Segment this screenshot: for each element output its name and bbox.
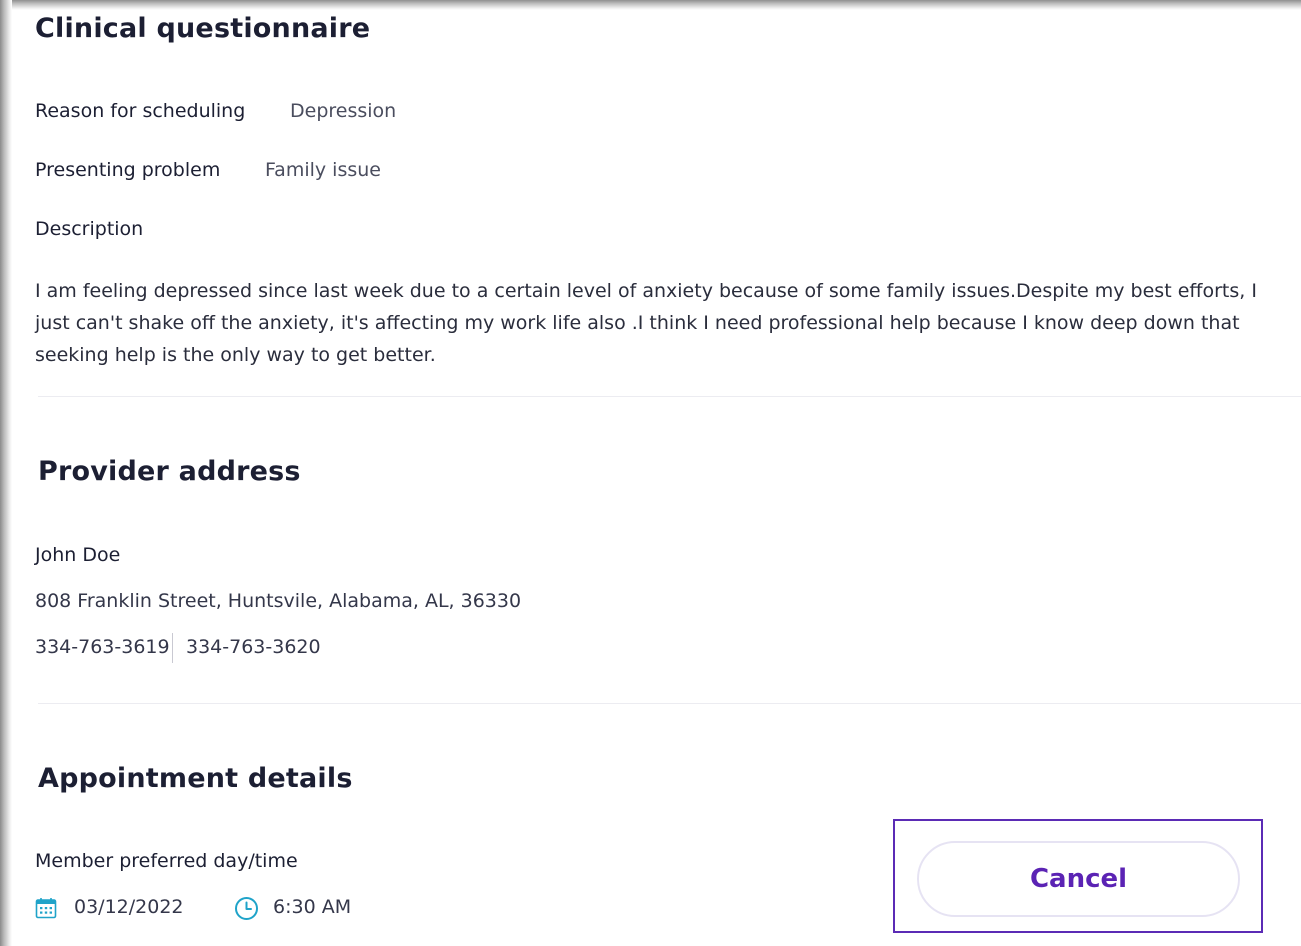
clock-icon [234,896,259,921]
appointment-details-title: Appointment details [38,763,353,794]
preferred-date: 03/12/2022 [74,896,184,918]
phone-separator [172,633,173,663]
presenting-problem-label: Presenting problem [35,159,221,181]
presenting-problem-value: Family issue [265,159,381,181]
preferred-time: 6:30 AM [273,896,352,918]
window-shadow-top [0,0,1301,10]
provider-phone-secondary[interactable]: 334-763-3620 [186,636,321,658]
reason-label: Reason for scheduling [35,100,246,122]
appointment-detail-panel: Clinical questionnaire Reason for schedu… [0,0,1301,946]
reason-value: Depression [290,100,397,122]
section-divider [38,396,1301,397]
calendar-icon [35,897,57,919]
provider-name: John Doe [35,544,121,566]
provider-phone-primary[interactable]: 334-763-3619 [35,636,170,658]
provider-address-title: Provider address [38,456,301,487]
description-text: I am feeling depressed since last week d… [35,280,1257,366]
member-preferred-label: Member preferred day/time [35,850,298,872]
clinical-questionnaire-title: Clinical questionnaire [35,13,371,44]
window-shadow-left [0,0,12,946]
section-divider [38,703,1301,704]
description-label: Description [35,218,144,240]
cancel-button[interactable]: Cancel [917,841,1240,917]
provider-street-address: 808 Franklin Street, Huntsvile, Alabama,… [35,590,522,612]
